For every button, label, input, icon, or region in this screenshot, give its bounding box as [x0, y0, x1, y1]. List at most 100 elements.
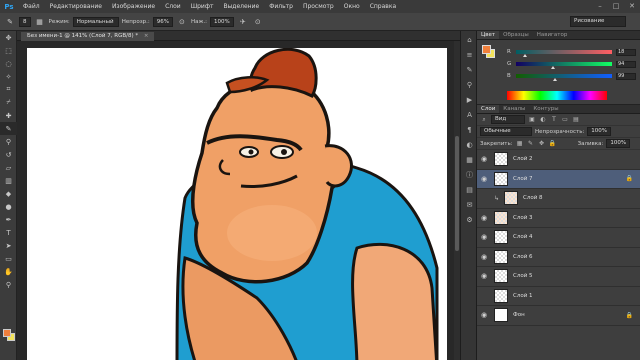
eye-icon[interactable]: ◉: [477, 233, 491, 241]
styles-icon[interactable]: ▦: [462, 153, 477, 166]
layer-thumbnail[interactable]: [494, 308, 508, 323]
layer-name[interactable]: Слой 7: [513, 176, 533, 182]
mode-select[interactable]: Нормальный: [72, 16, 119, 27]
color-slider-b[interactable]: B 99: [507, 72, 637, 81]
eye-icon[interactable]: ◉: [477, 175, 491, 183]
notes-icon[interactable]: ✉: [462, 198, 477, 211]
canvas-area[interactable]: [17, 41, 454, 360]
foreground-color-swatch[interactable]: [3, 329, 11, 337]
tab-swatches[interactable]: Образцы: [499, 31, 533, 39]
adjustments-icon[interactable]: ◐: [462, 138, 477, 151]
move-tool-icon[interactable]: ✥: [0, 31, 17, 44]
lock-transparent-icon[interactable]: ▦: [516, 140, 524, 148]
channel-b-value[interactable]: 99: [616, 72, 636, 80]
info-icon[interactable]: ⓘ: [462, 168, 477, 181]
filter-type-icon[interactable]: T: [550, 116, 558, 124]
layer-name[interactable]: Слой 3: [513, 215, 533, 221]
canvas[interactable]: [27, 48, 447, 360]
layer-name[interactable]: Слой 4: [513, 234, 533, 240]
layer-name[interactable]: Слой 5: [513, 273, 533, 279]
eraser-tool-icon[interactable]: ▱: [0, 161, 17, 174]
close-icon[interactable]: ✕: [624, 0, 640, 13]
layer-row[interactable]: ◉ Слой 2: [477, 150, 640, 170]
gradient-tool-icon[interactable]: ▥: [0, 174, 17, 187]
color-slider-r[interactable]: R 18: [507, 48, 637, 57]
pressure-field[interactable]: 100%: [210, 16, 234, 27]
lasso-tool-icon[interactable]: ◌: [0, 57, 17, 70]
color-slider-g[interactable]: G 94: [507, 60, 637, 69]
actions-icon[interactable]: ▶: [462, 93, 477, 106]
lock-all-icon[interactable]: 🔒: [549, 140, 557, 148]
filter-smart-icon[interactable]: ▤: [572, 116, 580, 124]
path-select-tool-icon[interactable]: ➤: [0, 239, 17, 252]
channel-r-value[interactable]: 18: [616, 48, 636, 56]
tab-channels[interactable]: Каналы: [499, 105, 529, 113]
eye-icon[interactable]: ◉: [477, 253, 491, 261]
shape-tool-icon[interactable]: ▭: [0, 252, 17, 265]
lock-position-icon[interactable]: ✥: [538, 140, 546, 148]
slider-b-knob[interactable]: [552, 78, 557, 81]
layer-thumbnail[interactable]: [494, 269, 508, 284]
layer-thumbnail[interactable]: [494, 230, 508, 245]
tab-navigator[interactable]: Навигатор: [533, 31, 572, 39]
layer-row[interactable]: ↳ Слой 8: [477, 189, 640, 209]
pressure-opacity-icon[interactable]: ⊙: [176, 16, 188, 27]
menu-window[interactable]: Окно: [339, 3, 365, 10]
marquee-tool-icon[interactable]: ⬚: [0, 44, 17, 57]
menu-file[interactable]: Файл: [18, 3, 45, 10]
paragraph-icon[interactable]: ¶: [462, 123, 477, 136]
history-icon[interactable]: ⌂: [462, 33, 477, 46]
eyedropper-tool-icon[interactable]: ⌿: [0, 96, 17, 109]
blend-mode-select[interactable]: Обычные: [480, 127, 532, 136]
filter-pixel-icon[interactable]: ▣: [528, 116, 536, 124]
layer-row[interactable]: ◉ Слой 5: [477, 267, 640, 287]
clone-stamp-tool-icon[interactable]: ⚲: [0, 135, 17, 148]
layer-row[interactable]: Слой 1: [477, 286, 640, 306]
layer-name[interactable]: Слой 1: [513, 293, 533, 299]
menu-filter[interactable]: Фильтр: [264, 3, 298, 10]
layer-thumbnail[interactable]: [494, 152, 508, 167]
eye-icon[interactable]: ◉: [477, 311, 491, 319]
layer-row[interactable]: ◉ Фон 🔒: [477, 306, 640, 326]
dodge-tool-icon[interactable]: ●: [0, 200, 17, 213]
layer-row[interactable]: ◉ Слой 6: [477, 247, 640, 267]
lock-pixels-icon[interactable]: ✎: [527, 140, 535, 148]
opacity-field[interactable]: 96%: [152, 16, 173, 27]
character-icon[interactable]: A: [462, 108, 477, 121]
history-brush-tool-icon[interactable]: ↺: [0, 148, 17, 161]
slider-g-track[interactable]: [516, 62, 612, 69]
layer-thumbnail[interactable]: [494, 249, 508, 264]
layer-row[interactable]: ◉ Слой 7 🔒: [477, 169, 640, 189]
brush-presets-icon[interactable]: ✎: [462, 63, 477, 76]
blur-tool-icon[interactable]: ◆: [0, 187, 17, 200]
zoom-tool-icon[interactable]: ⚲: [0, 278, 17, 291]
layer-thumbnail[interactable]: [494, 210, 508, 225]
properties-icon[interactable]: ≡: [462, 48, 477, 61]
quick-select-tool-icon[interactable]: ✧: [0, 70, 17, 83]
slider-b-track[interactable]: [516, 74, 612, 81]
brush-tool-icon[interactable]: ✎: [0, 122, 17, 135]
eye-icon[interactable]: ◉: [477, 155, 491, 163]
layer-thumbnail[interactable]: [504, 191, 518, 206]
filter-shape-icon[interactable]: ▭: [561, 116, 569, 124]
airbrush-icon[interactable]: ✈: [237, 16, 249, 27]
workspace-select[interactable]: Рисование: [570, 16, 626, 27]
foreground-color-chip[interactable]: [482, 45, 491, 54]
brush-size-field[interactable]: 8: [19, 16, 31, 27]
pressure-size-icon[interactable]: ⊙: [252, 16, 264, 27]
eye-icon[interactable]: ◉: [477, 272, 491, 280]
layer-name[interactable]: Слой 8: [523, 195, 543, 201]
slider-g-knob[interactable]: [550, 66, 555, 69]
fill-field[interactable]: 100%: [606, 139, 631, 148]
maximize-icon[interactable]: □: [608, 0, 624, 13]
menu-image[interactable]: Изображение: [107, 3, 160, 10]
channel-g-value[interactable]: 94: [616, 60, 636, 68]
layer-name[interactable]: Слой 6: [513, 254, 533, 260]
slider-r-knob[interactable]: [522, 54, 527, 57]
tool-presets-icon[interactable]: ⚙: [462, 213, 477, 226]
tab-layers[interactable]: Слои: [477, 105, 500, 113]
tab-color[interactable]: Цвет: [477, 31, 500, 39]
eye-icon[interactable]: ◉: [477, 214, 491, 222]
minimize-icon[interactable]: –: [592, 0, 608, 13]
layer-row[interactable]: ◉ Слой 3: [477, 208, 640, 228]
